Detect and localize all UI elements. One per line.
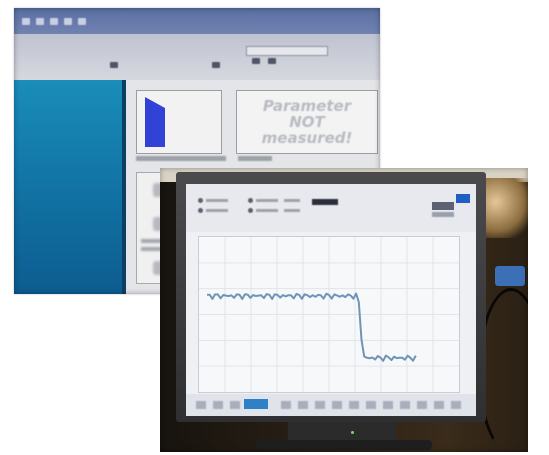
- toolbar-icon[interactable]: [22, 18, 30, 25]
- background-blue-object: [495, 266, 525, 286]
- power-led: [351, 431, 354, 434]
- trend-line: [207, 292, 417, 362]
- bottom-tab[interactable]: [349, 401, 359, 409]
- window-toolbar: [14, 34, 380, 80]
- gauge-caption-value: [238, 156, 272, 161]
- monitor-screen: [186, 184, 476, 416]
- screen-toolbar: [186, 184, 476, 232]
- gauge-bar: [145, 97, 165, 147]
- monitor-base: [256, 440, 432, 450]
- bottom-tab[interactable]: [434, 401, 444, 409]
- app-logo-icon: [456, 194, 470, 203]
- legend-text: [256, 209, 278, 212]
- status-line-3: measured!: [261, 129, 353, 147]
- toolbar-icon[interactable]: [64, 18, 72, 25]
- window-menubar: [14, 8, 380, 34]
- legend-text: [206, 199, 228, 202]
- bottom-tab[interactable]: [332, 401, 342, 409]
- background-light-glare: [482, 178, 528, 238]
- legend-marker: [198, 208, 203, 213]
- screen-bottom-bar: [186, 394, 476, 416]
- monitor-stand: [288, 422, 396, 442]
- toolbar-marker: [110, 62, 118, 68]
- toolbar-button[interactable]: [312, 199, 338, 205]
- bottom-tab[interactable]: [417, 401, 427, 409]
- legend-marker: [248, 208, 253, 213]
- trend-chart: [199, 237, 459, 392]
- gauge-caption: [136, 156, 226, 161]
- toolbar-button[interactable]: [432, 212, 454, 217]
- legend-marker: [198, 198, 203, 203]
- bottom-tab[interactable]: [196, 401, 206, 409]
- bottom-tab[interactable]: [230, 401, 240, 409]
- toolbar-button[interactable]: [432, 202, 454, 210]
- bottom-tab[interactable]: [383, 401, 393, 409]
- bottom-tab[interactable]: [213, 401, 223, 409]
- bottom-tab[interactable]: [366, 401, 376, 409]
- parameter-status-box: Parameter NOT measured!: [236, 90, 378, 154]
- level-gauge: [136, 90, 222, 154]
- chart-grid: [199, 237, 459, 392]
- sidebar-panel: [14, 80, 122, 294]
- bottom-tab[interactable]: [451, 401, 461, 409]
- toolbar-icon[interactable]: [50, 18, 58, 25]
- toolbar-icon[interactable]: [36, 18, 44, 25]
- toolbar-marker: [212, 62, 220, 68]
- photo-monitor: [160, 168, 528, 452]
- legend-text: [284, 209, 300, 212]
- bottom-tab[interactable]: [298, 401, 308, 409]
- legend-text: [256, 199, 278, 202]
- legend-text: [284, 199, 300, 202]
- toolbar-marker: [252, 58, 260, 64]
- bottom-tab[interactable]: [400, 401, 410, 409]
- toolbar-marker: [268, 58, 276, 64]
- legend-marker: [248, 198, 253, 203]
- toolbar-field[interactable]: [246, 46, 328, 56]
- toolbar-icon[interactable]: [78, 18, 86, 25]
- legend-text: [206, 209, 228, 212]
- bottom-tab-selected[interactable]: [244, 399, 268, 409]
- bottom-tab[interactable]: [315, 401, 325, 409]
- status-line-1: Parameter: [262, 97, 352, 115]
- bottom-tab[interactable]: [281, 401, 291, 409]
- status-line-2: NOT: [289, 113, 325, 131]
